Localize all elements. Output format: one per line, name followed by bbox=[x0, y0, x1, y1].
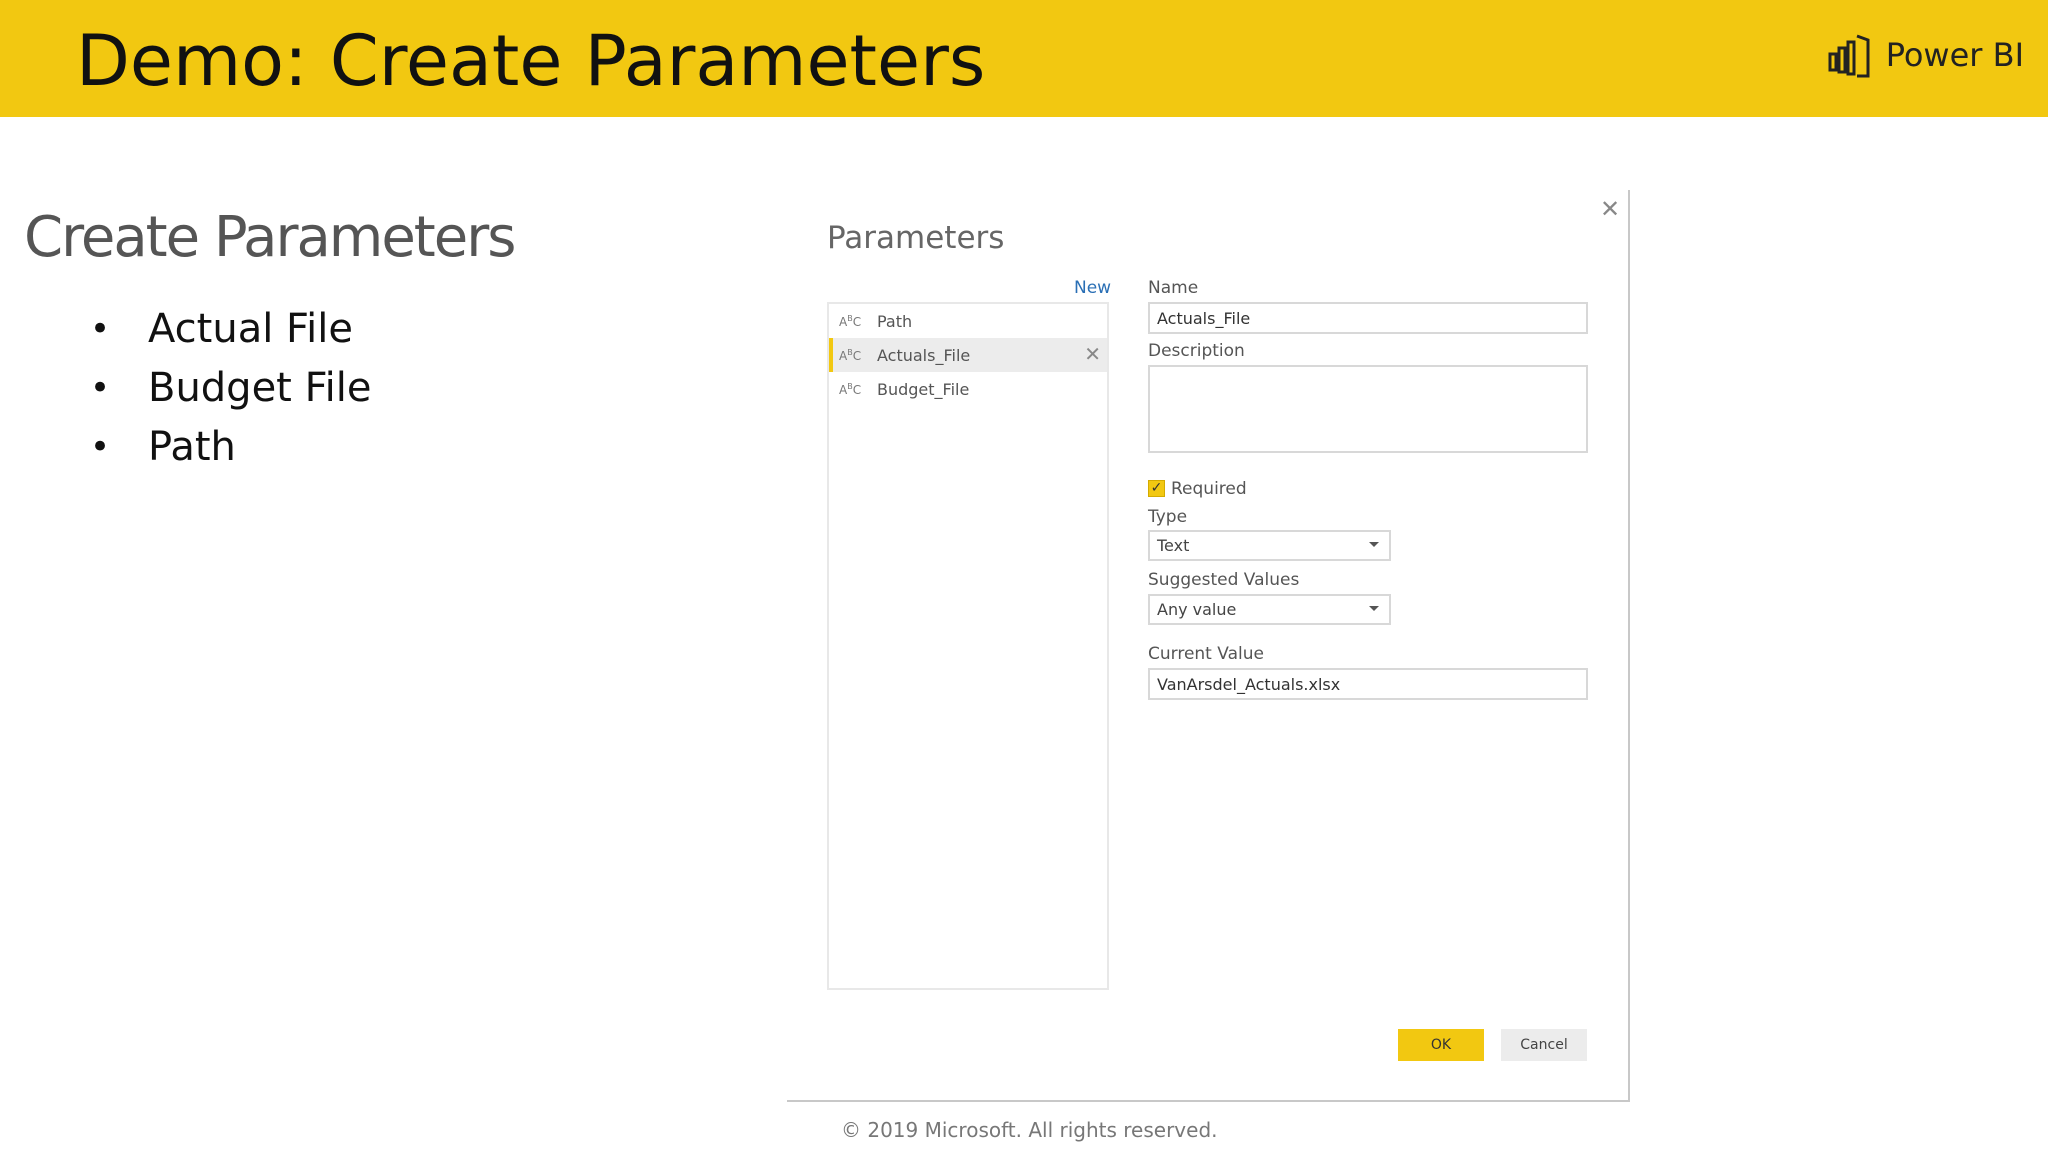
brand: Power BI bbox=[1824, 30, 2024, 80]
ok-button[interactable]: OK bbox=[1398, 1029, 1484, 1061]
parameter-item-path[interactable]: ABC Path bbox=[829, 304, 1107, 338]
parameter-item-label: Path bbox=[877, 311, 913, 331]
text-type-icon: ABC bbox=[839, 313, 862, 329]
bullet-item: Actual File bbox=[90, 300, 372, 359]
type-label: Type bbox=[1148, 507, 1188, 527]
required-checkbox[interactable]: ✓ bbox=[1148, 480, 1165, 497]
dialog-title: Parameters bbox=[827, 220, 1005, 256]
text-type-icon: ABC bbox=[839, 381, 862, 397]
type-select[interactable]: Text bbox=[1148, 530, 1391, 561]
chevron-down-icon bbox=[1369, 542, 1379, 547]
new-parameter-link[interactable]: New bbox=[1074, 278, 1111, 298]
parameter-list: ABC Path ABC Actuals_File ✕ ABC Budget_F… bbox=[827, 302, 1109, 990]
bullet-item: Path bbox=[90, 418, 372, 477]
current-value-input[interactable]: VanArsdel_Actuals.xlsx bbox=[1148, 668, 1588, 700]
required-label: Required bbox=[1171, 479, 1247, 499]
parameter-item-label: Actuals_File bbox=[877, 345, 971, 365]
copyright-footer: © 2019 Microsoft. All rights reserved. bbox=[841, 1118, 1218, 1142]
type-select-value: Text bbox=[1157, 536, 1190, 555]
slide-title: Demo: Create Parameters bbox=[76, 20, 986, 102]
bullet-item: Budget File bbox=[90, 359, 372, 418]
parameter-item-actuals-file[interactable]: ABC Actuals_File ✕ bbox=[829, 338, 1107, 372]
suggested-values-select[interactable]: Any value bbox=[1148, 594, 1391, 625]
current-value-label: Current Value bbox=[1148, 644, 1264, 664]
parameters-dialog: Parameters ✕ New ABC Path ABC Actuals_Fi… bbox=[787, 190, 1630, 1102]
description-label: Description bbox=[1148, 341, 1245, 361]
name-label: Name bbox=[1148, 278, 1199, 298]
parameter-item-label: Budget_File bbox=[877, 379, 970, 399]
chevron-down-icon bbox=[1369, 606, 1379, 611]
name-input[interactable]: Actuals_File bbox=[1148, 302, 1588, 334]
header-band: Demo: Create Parameters Power BI bbox=[0, 0, 2048, 117]
remove-parameter-icon[interactable]: ✕ bbox=[1084, 342, 1101, 366]
section-heading: Create Parameters bbox=[24, 205, 516, 270]
bullet-list: Actual File Budget File Path bbox=[90, 300, 372, 477]
brand-name: Power BI bbox=[1885, 36, 2024, 74]
parameter-item-budget-file[interactable]: ABC Budget_File bbox=[829, 372, 1107, 406]
suggested-values-label: Suggested Values bbox=[1148, 570, 1300, 590]
description-textarea[interactable] bbox=[1148, 365, 1588, 453]
power-bi-logo-icon bbox=[1828, 34, 1870, 78]
close-icon[interactable]: ✕ bbox=[1597, 196, 1623, 222]
cancel-button[interactable]: Cancel bbox=[1501, 1029, 1587, 1061]
text-type-icon: ABC bbox=[839, 347, 862, 363]
suggested-values-select-value: Any value bbox=[1157, 600, 1237, 619]
